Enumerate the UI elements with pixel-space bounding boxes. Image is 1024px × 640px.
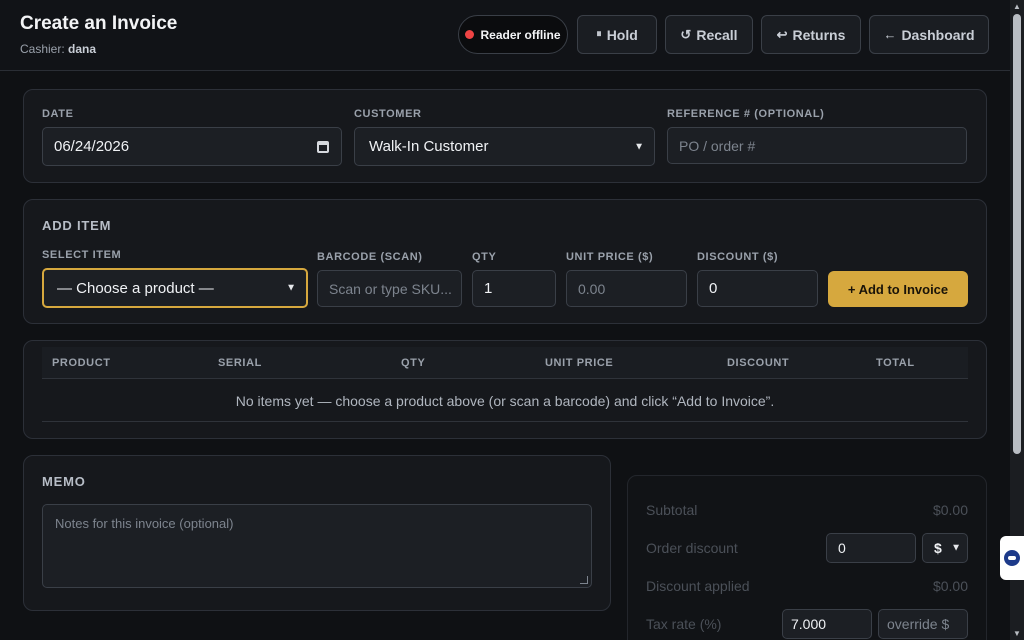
- reference-label: REFERENCE # (OPTIONAL): [667, 108, 825, 120]
- qty-value: 1: [484, 280, 493, 297]
- tax-override-placeholder: override $: [887, 616, 950, 632]
- hold-button-label: Hold: [606, 26, 638, 43]
- product-select-value: — Choose a product —: [57, 279, 214, 297]
- recall-button[interactable]: ↺ Recall: [665, 15, 753, 54]
- order-discount-unit: $: [934, 540, 942, 556]
- tax-rate-input[interactable]: 7.000: [782, 609, 872, 639]
- product-select[interactable]: — Choose a product — ▼: [42, 268, 308, 308]
- unit-price-label: UNIT PRICE ($): [566, 251, 654, 263]
- recall-button-label: Recall: [696, 26, 738, 43]
- rotate-icon: ↺: [680, 26, 692, 42]
- column-discount: DISCOUNT: [727, 357, 790, 369]
- returns-button-label: Returns: [792, 26, 846, 43]
- tax-rate-label: Tax rate (%): [646, 616, 722, 632]
- pause-icon: ⏸: [596, 28, 602, 40]
- scroll-up-arrow-icon[interactable]: ▲: [1013, 2, 1021, 11]
- chat-bubble-icon: [1004, 550, 1020, 566]
- status-dot-icon: [465, 30, 475, 39]
- reference-input[interactable]: PO / order #: [667, 127, 967, 164]
- column-qty: QTY: [401, 357, 426, 369]
- memo-textarea[interactable]: Notes for this invoice (optional): [42, 504, 592, 588]
- discount-value: 0: [709, 280, 718, 297]
- column-total: TOTAL: [876, 357, 915, 369]
- chevron-down-icon: ▼: [634, 141, 644, 152]
- unit-price-placeholder: 0.00: [578, 280, 606, 297]
- customer-value: Walk-In Customer: [369, 138, 489, 155]
- memo-placeholder: Notes for this invoice (optional): [55, 516, 234, 531]
- column-serial: SERIAL: [218, 357, 262, 369]
- unit-price-input[interactable]: 0.00: [566, 270, 687, 307]
- order-discount-value: 0: [838, 540, 846, 556]
- qty-input[interactable]: 1: [472, 270, 556, 307]
- discount-applied-label: Discount applied: [646, 578, 750, 594]
- subtotal-label: Subtotal: [646, 502, 698, 518]
- add-item-title: ADD ITEM: [42, 218, 112, 233]
- date-input[interactable]: 06/24/2026: [42, 127, 342, 166]
- hold-button[interactable]: ⏸ Hold: [577, 15, 657, 54]
- scrollbar-thumb[interactable]: [1013, 14, 1021, 454]
- reader-status-text: Reader offline: [480, 27, 561, 42]
- order-discount-input[interactable]: 0: [826, 533, 916, 563]
- scroll-down-arrow-icon[interactable]: ▼: [1013, 629, 1021, 638]
- page-title: Create an Invoice: [20, 13, 178, 34]
- order-discount-label: Order discount: [646, 540, 738, 556]
- column-product: PRODUCT: [52, 357, 111, 369]
- cashier-info: Cashier: dana: [20, 42, 96, 56]
- select-item-label: SELECT ITEM: [42, 249, 122, 261]
- page-header: Create an Invoice Cashier: dana Reader o…: [0, 0, 1010, 71]
- date-value: 06/24/2026: [54, 138, 130, 155]
- chevron-down-icon: ▼: [286, 282, 296, 294]
- tax-rate-value: 7.000: [791, 616, 827, 632]
- subtotal-value: $0.00: [932, 502, 968, 518]
- dashboard-button-label: Dashboard: [901, 26, 975, 43]
- add-to-invoice-button[interactable]: + Add to Invoice: [828, 271, 968, 307]
- side-help-widget[interactable]: [1000, 536, 1024, 580]
- order-discount-type-select[interactable]: $ ▼: [922, 533, 968, 563]
- reference-placeholder: PO / order #: [679, 137, 756, 154]
- qty-label: QTY: [472, 251, 497, 263]
- memo-title: MEMO: [42, 474, 86, 489]
- cashier-label: Cashier:: [20, 42, 65, 56]
- discount-label: DISCOUNT ($): [697, 251, 779, 263]
- column-unit-price: UNIT PRICE: [545, 357, 614, 369]
- chevron-down-icon: ▼: [951, 542, 961, 554]
- returns-button[interactable]: ↩ Returns: [761, 15, 861, 54]
- tax-override-input[interactable]: override $: [878, 609, 968, 639]
- barcode-input[interactable]: Scan or type SKU...: [317, 270, 462, 307]
- return-arrow-icon: ↩: [776, 26, 788, 42]
- discount-input[interactable]: 0: [697, 270, 818, 307]
- resize-handle-icon[interactable]: [580, 576, 588, 584]
- barcode-placeholder: Scan or type SKU...: [329, 280, 452, 297]
- items-table-header: PRODUCT SERIAL QTY UNIT PRICE DISCOUNT T…: [42, 347, 968, 379]
- reader-status-badge: Reader offline: [458, 15, 568, 54]
- customer-label: CUSTOMER: [354, 108, 422, 120]
- calendar-icon[interactable]: [317, 140, 329, 153]
- discount-applied-value: $0.00: [932, 578, 968, 594]
- barcode-label: BARCODE (SCAN): [317, 251, 423, 263]
- empty-items-message: No items yet — choose a product above (o…: [42, 380, 968, 422]
- date-label: DATE: [42, 108, 74, 120]
- arrow-left-icon: ←: [883, 27, 897, 42]
- cashier-name: dana: [68, 42, 97, 56]
- dashboard-button[interactable]: ← Dashboard: [869, 15, 989, 54]
- customer-select[interactable]: Walk-In Customer ▼: [354, 127, 655, 166]
